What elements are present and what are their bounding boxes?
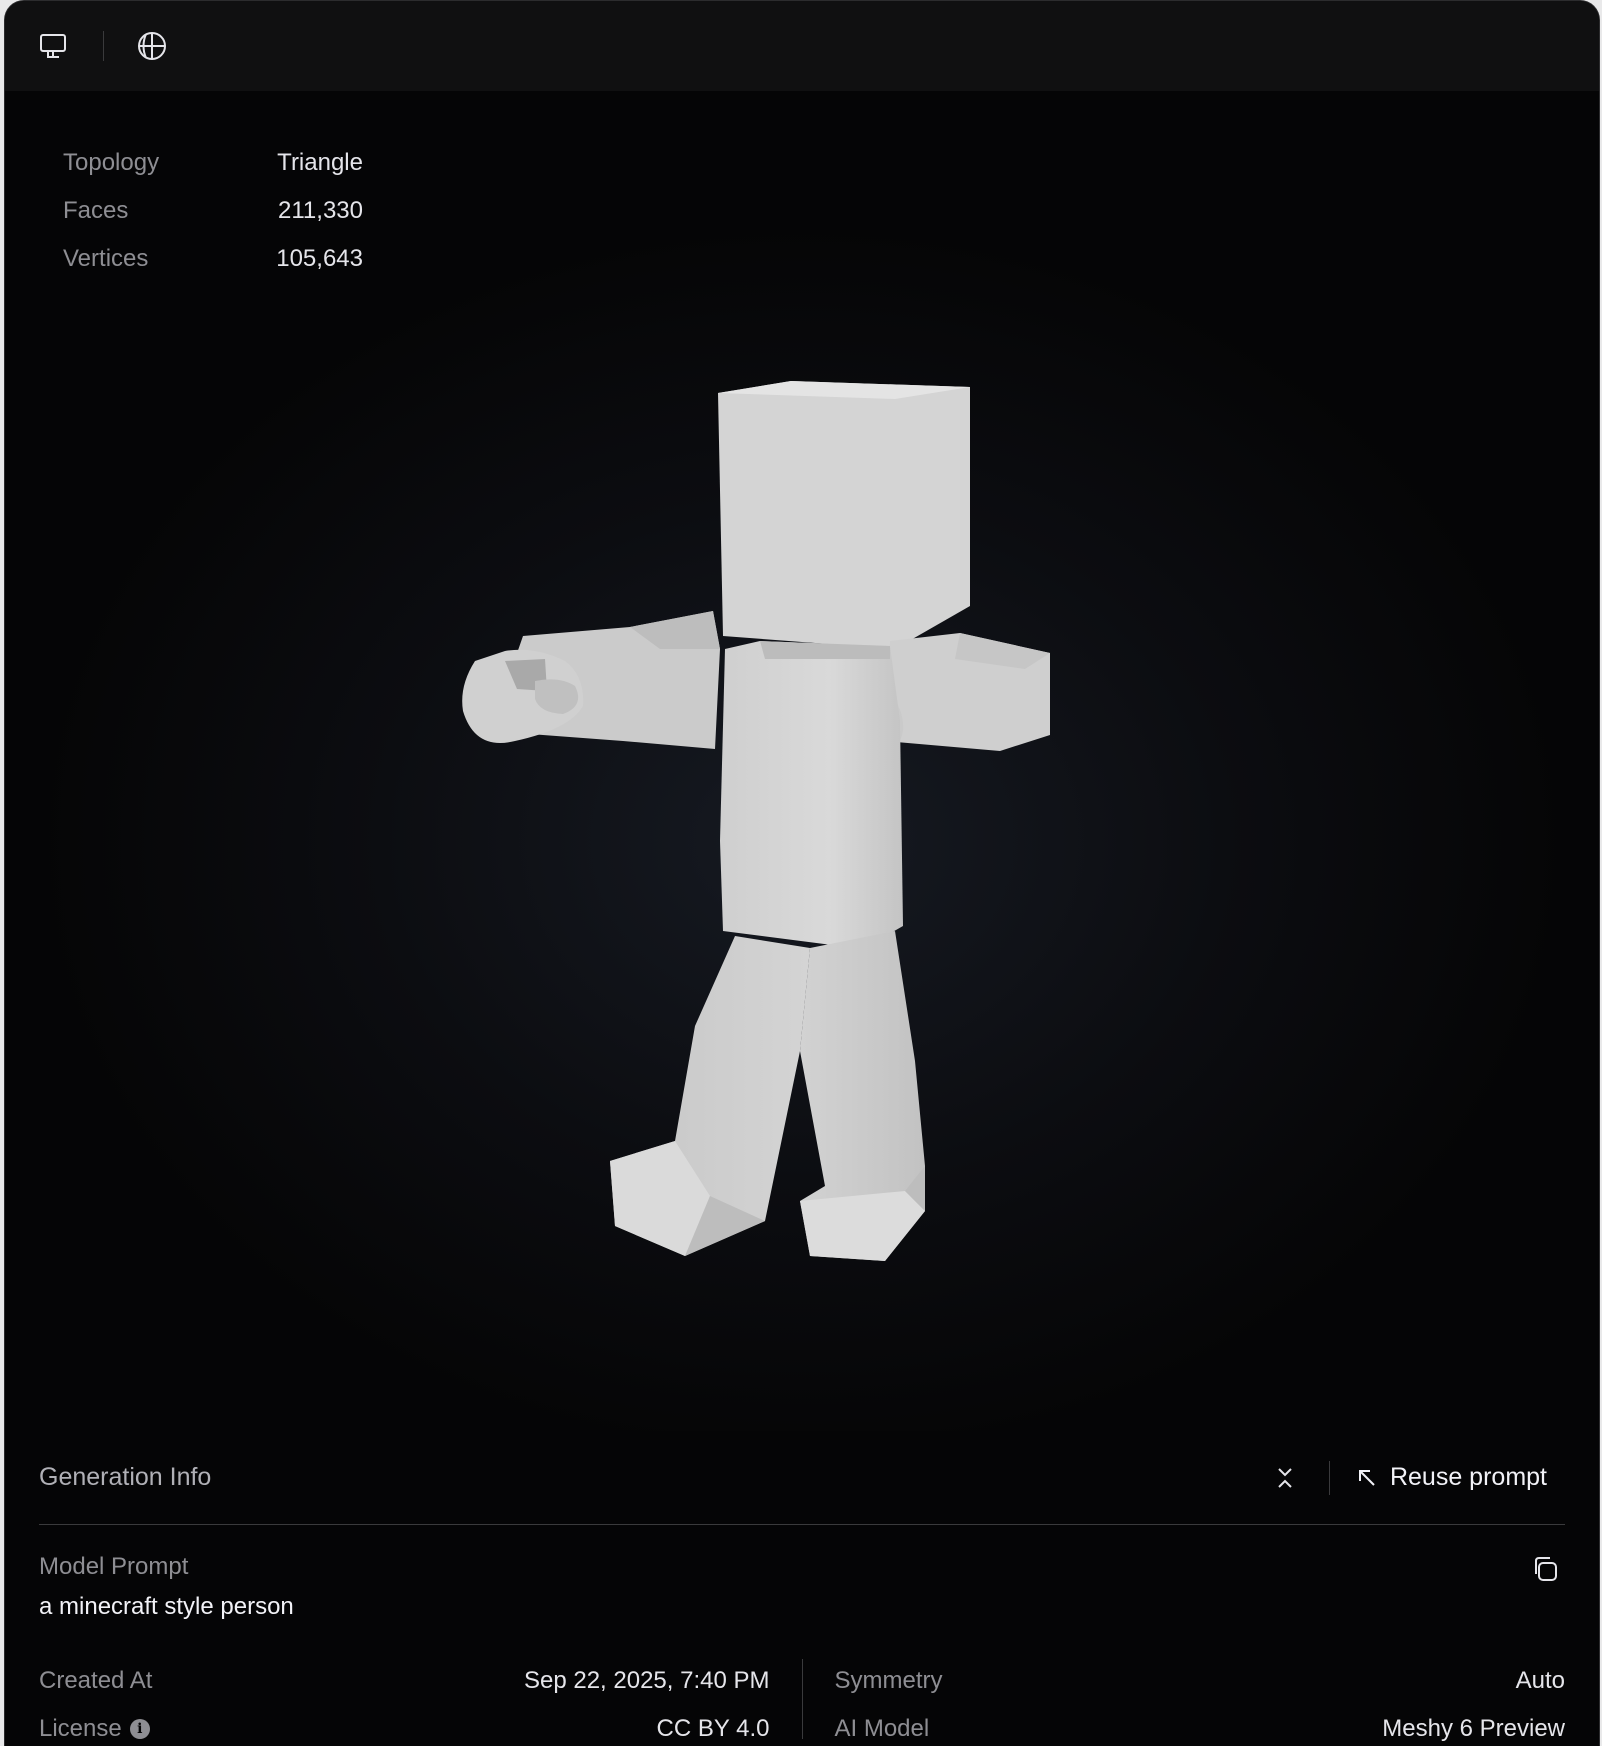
license-label-wrap: License i <box>39 1715 150 1743</box>
meta-column-right: Symmetry Auto AI Model Meshy 6 Preview <box>803 1657 1566 1746</box>
model-viewer-window: Topology Triangle Faces 211,330 Vertices… <box>4 0 1600 1746</box>
generation-info-panel: Generation Info Reuse prompt Model Promp… <box>5 1431 1599 1746</box>
stat-row-topology: Topology Triangle <box>63 139 363 187</box>
topology-label: Topology <box>63 149 160 176</box>
created-at-label: Created At <box>39 1667 153 1694</box>
monitor-icon[interactable] <box>33 26 73 66</box>
collapse-button[interactable] <box>1265 1458 1305 1498</box>
generation-info-header: Generation Info Reuse prompt <box>39 1431 1565 1525</box>
viewer-toolbar <box>5 1 1599 91</box>
3d-viewport[interactable]: Topology Triangle Faces 211,330 Vertices… <box>5 91 1599 1431</box>
info-icon[interactable]: i <box>129 1719 150 1739</box>
model-prompt-label: Model Prompt <box>39 1553 189 1580</box>
ai-model-label: AI Model <box>834 1715 930 1742</box>
created-at-value: Sep 22, 2025, 7:40 PM <box>523 1667 770 1694</box>
vertices-label: Vertices <box>63 245 149 272</box>
symmetry-value: Auto <box>1515 1667 1565 1694</box>
generation-info-title: Generation Info <box>39 1463 212 1491</box>
toolbar-divider <box>103 31 104 61</box>
license-label: License <box>39 1715 122 1742</box>
mesh-stats: Topology Triangle Faces 211,330 Vertices… <box>63 139 363 283</box>
ai-model-value: Meshy 6 Preview <box>1382 1715 1565 1742</box>
collapse-icon <box>1278 1467 1292 1488</box>
arrow-up-left-icon <box>1358 1469 1375 1486</box>
stat-row-vertices: Vertices 105,643 <box>63 235 363 283</box>
meta-row-license: License i CC BY 4.0 <box>39 1705 770 1746</box>
copy-prompt-button[interactable] <box>1525 1549 1565 1589</box>
vertices-value: 105,643 <box>276 245 363 272</box>
faces-value: 211,330 <box>278 197 363 224</box>
globe-icon[interactable] <box>132 26 172 66</box>
model-prompt-text: a minecraft style person <box>39 1593 294 1620</box>
faces-label: Faces <box>63 197 129 224</box>
stat-row-faces: Faces 211,330 <box>63 187 363 235</box>
reuse-prompt-button[interactable]: Reuse prompt <box>1356 1463 1565 1492</box>
symmetry-label: Symmetry <box>834 1667 943 1694</box>
meta-row-created-at: Created At Sep 22, 2025, 7:40 PM <box>39 1657 770 1705</box>
topology-value: Triangle <box>277 149 363 176</box>
meta-row-ai-model: AI Model Meshy 6 Preview <box>835 1705 1566 1746</box>
3d-model-render[interactable] <box>435 281 1135 1341</box>
license-value: CC BY 4.0 <box>656 1715 770 1742</box>
header-divider <box>1328 1460 1330 1495</box>
generation-meta: Created At Sep 22, 2025, 7:40 PM License… <box>39 1657 1565 1746</box>
meta-row-symmetry: Symmetry Auto <box>835 1657 1566 1705</box>
copy-icon <box>1535 1557 1557 1581</box>
reuse-prompt-label: Reuse prompt <box>1389 1463 1547 1491</box>
meta-column-left: Created At Sep 22, 2025, 7:40 PM License… <box>39 1657 802 1746</box>
